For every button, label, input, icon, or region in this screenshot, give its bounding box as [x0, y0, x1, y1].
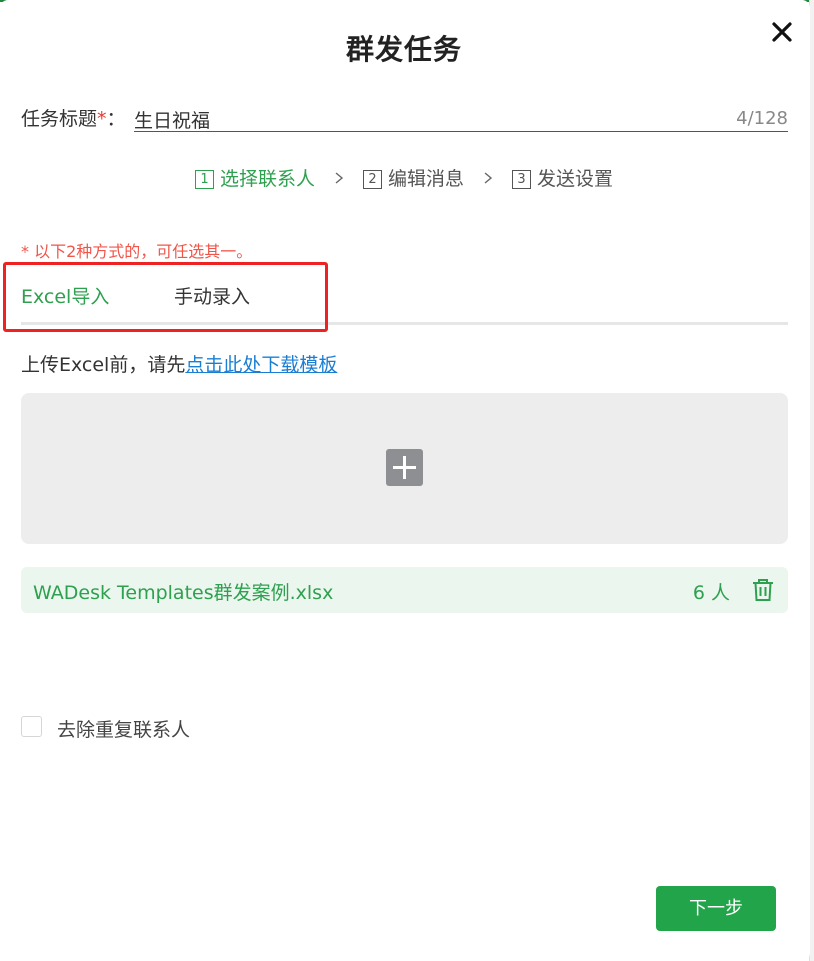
- step-label: 编辑消息: [387, 168, 464, 190]
- plus-icon: [386, 449, 423, 486]
- upload-dropzone[interactable]: [21, 393, 788, 544]
- dialog-title: 群发任务: [345, 33, 462, 66]
- chevron-right-icon: [335, 171, 344, 184]
- tab-excel-import[interactable]: Excel导入: [21, 282, 114, 325]
- step-number: 3: [512, 170, 531, 189]
- task-title-input[interactable]: 生日祝福 4/128: [134, 100, 788, 132]
- upload-hint: 上传Excel前，请先点击此处下载模板: [21, 354, 338, 376]
- tab-manual-entry[interactable]: 手动录入: [174, 282, 250, 322]
- chevron-right-icon: [484, 171, 493, 184]
- step-number: 1: [194, 170, 214, 189]
- step-select-contacts: 1 选择联系人: [194, 164, 315, 191]
- bulk-task-dialog: 群发任务 任务标题*： 生日祝福 4/128 1 选择联系人 2 编辑消息 3 发送设置 …: [0, 0, 810, 961]
- file-name: WADesk Templates群发案例.xlsx: [33, 582, 334, 604]
- tab-label: 手动录入: [174, 286, 251, 308]
- import-tabs: Excel导入 手动录入: [21, 280, 788, 325]
- task-title-value: 生日祝福: [134, 110, 211, 132]
- close-icon[interactable]: [768, 18, 796, 46]
- dedupe-checkbox[interactable]: [21, 716, 42, 737]
- required-mark: *: [97, 108, 107, 130]
- step-edit-message: 2 编辑消息: [362, 164, 464, 191]
- step-label: 发送设置: [537, 168, 614, 190]
- download-template-link[interactable]: 点击此处下载模板: [185, 354, 337, 376]
- dedupe-label: 去除重复联系人: [57, 719, 191, 741]
- task-title-row: 任务标题*： 生日祝福 4/128: [21, 100, 788, 132]
- tab-label: Excel导入: [21, 286, 110, 308]
- uploaded-file-row: WADesk Templates群发案例.xlsx 6 人: [21, 567, 788, 613]
- task-title-label: 任务标题*：: [21, 108, 126, 130]
- method-hint: * 以下2种方式的，可任选其一。: [21, 242, 253, 261]
- step-send-settings: 3 发送设置: [512, 164, 613, 191]
- task-title-counter: 4/128: [736, 108, 788, 129]
- step-number: 2: [362, 170, 382, 189]
- tabs-divider: [21, 322, 788, 325]
- trash-icon[interactable]: [752, 578, 774, 602]
- next-step-button[interactable]: 下一步: [656, 886, 776, 931]
- contact-count: 6 人: [692, 582, 730, 604]
- step-indicator: 1 选择联系人 2 编辑消息 3 发送设置: [0, 164, 808, 191]
- step-label: 选择联系人: [219, 168, 315, 190]
